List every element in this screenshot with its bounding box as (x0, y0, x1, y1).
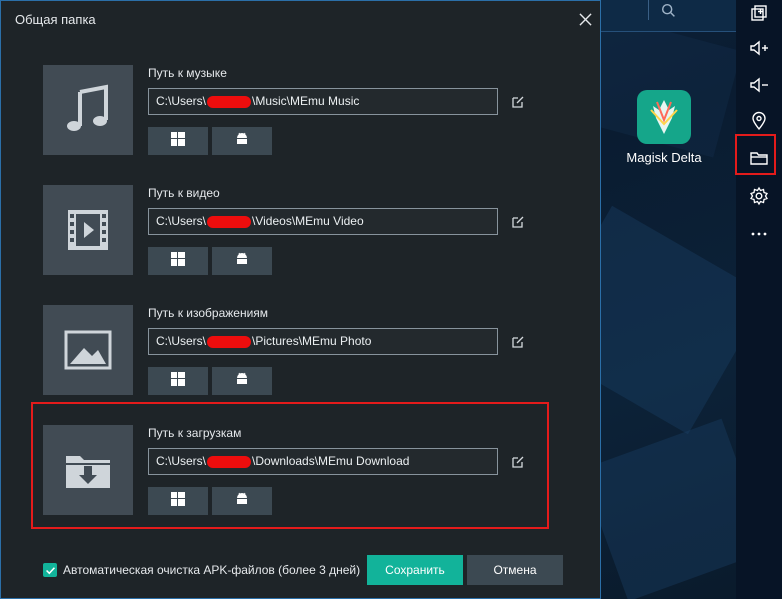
right-toolbar (736, 0, 782, 599)
multi-window-icon[interactable] (736, 0, 782, 32)
path-field[interactable]: C:\Users\ \Music\MEmu Music (148, 88, 498, 115)
windows-icon (171, 131, 185, 151)
android-icon (235, 372, 249, 391)
android-icon (235, 252, 249, 271)
path-prefix: C:\Users\ (156, 334, 207, 348)
path-field[interactable]: C:\Users\ \Videos\MEmu Video (148, 208, 498, 235)
app-label: Magisk Delta (626, 150, 702, 165)
toolbar-highlight-box (735, 134, 776, 175)
settings-icon[interactable] (736, 178, 782, 214)
edit-icon[interactable] (511, 95, 525, 109)
row-label: Путь к видео (148, 186, 220, 200)
volume-down-icon[interactable] (736, 67, 782, 103)
path-suffix: \Videos\MEmu Video (252, 214, 364, 228)
path-prefix: C:\Users\ (156, 94, 207, 108)
more-icon[interactable] (736, 216, 782, 252)
android-icon (235, 132, 249, 151)
auto-clean-label: Автоматическая очистка APK-файлов (более… (63, 563, 361, 577)
magisk-icon (637, 90, 691, 144)
close-icon[interactable] (573, 7, 597, 31)
redaction-mark (207, 95, 252, 108)
android-open-button[interactable] (212, 367, 272, 395)
video-path-row: Путь к видео C:\Users\ \Videos\MEmu Video (43, 185, 563, 277)
android-open-button[interactable] (212, 127, 272, 155)
redaction-mark (207, 335, 252, 348)
music-icon (43, 65, 133, 155)
app-magisk-delta[interactable]: Magisk Delta (618, 90, 710, 165)
save-button[interactable]: Сохранить (367, 555, 463, 585)
path-suffix: \Pictures\MEmu Photo (252, 334, 372, 348)
music-path-row: Путь к музыке C:\Users\ \Music\MEmu Music (43, 65, 563, 157)
divider (648, 0, 649, 20)
path-suffix: \Music\MEmu Music (252, 94, 360, 108)
video-icon (43, 185, 133, 275)
redaction-mark (207, 215, 252, 228)
windows-open-button[interactable] (148, 127, 208, 155)
edit-icon[interactable] (511, 215, 525, 229)
windows-icon (171, 371, 185, 391)
windows-open-button[interactable] (148, 247, 208, 275)
cancel-button[interactable]: Отмена (467, 555, 563, 585)
path-field[interactable]: C:\Users\ \Pictures\MEmu Photo (148, 328, 498, 355)
top-search-bar (600, 0, 736, 32)
android-open-button[interactable] (212, 247, 272, 275)
auto-clean-option: Автоматическая очистка APK-файлов (более… (43, 563, 365, 577)
auto-clean-checkbox[interactable] (43, 563, 57, 577)
search-icon[interactable] (660, 2, 678, 20)
windows-open-button[interactable] (148, 367, 208, 395)
shared-folder-dialog: Общая папка Путь к музыке C:\Users\ \Musi… (0, 0, 601, 599)
path-prefix: C:\Users\ (156, 214, 207, 228)
row-label: Путь к изображениям (148, 306, 269, 320)
pictures-path-row: Путь к изображениям C:\Users\ \Pictures\M… (43, 305, 563, 397)
windows-icon (171, 251, 185, 271)
dialog-title: Общая папка (15, 12, 96, 27)
volume-up-icon[interactable] (736, 30, 782, 66)
image-icon (43, 305, 133, 395)
edit-icon[interactable] (511, 335, 525, 349)
downloads-highlight-box (31, 402, 549, 529)
row-label: Путь к музыке (148, 66, 227, 80)
